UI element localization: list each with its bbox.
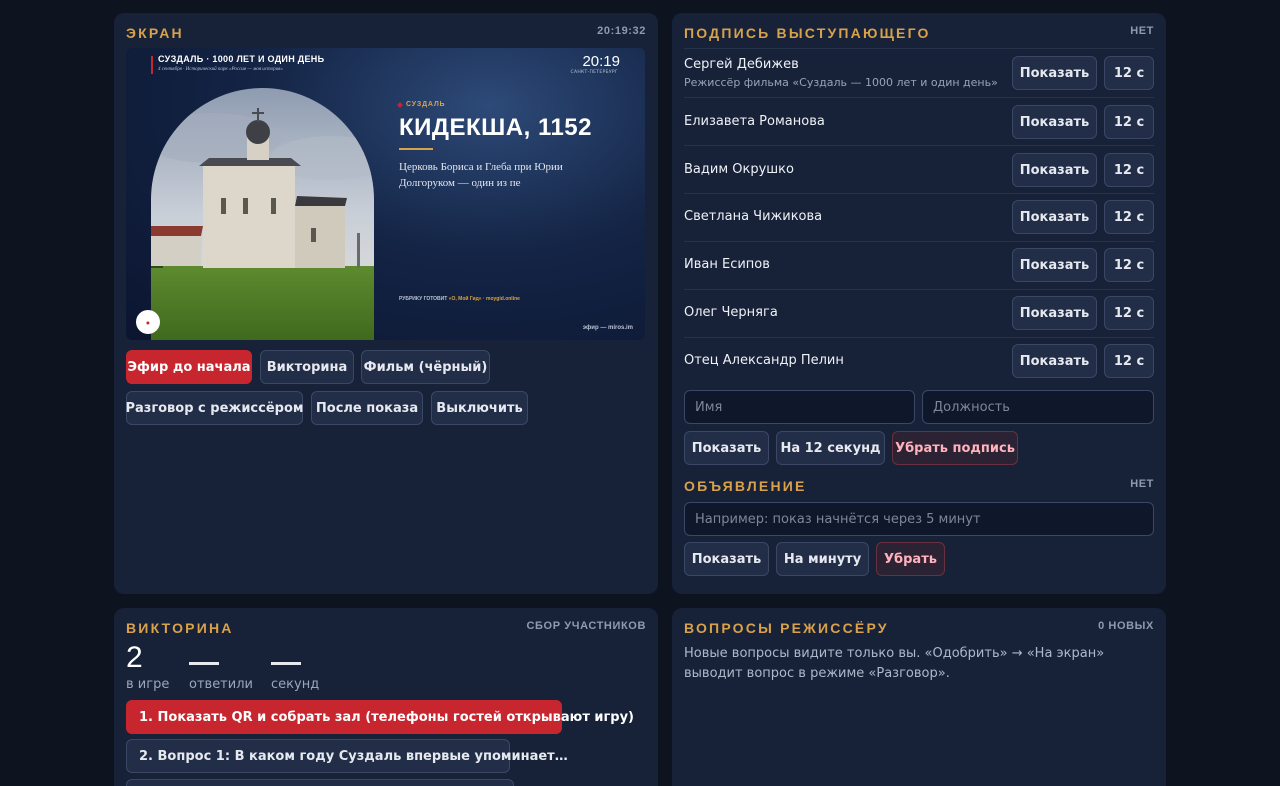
quiz-in-game-label: в игре bbox=[126, 677, 170, 692]
quiz-in-game-count: 2 bbox=[126, 641, 143, 674]
caption-12s-button[interactable]: На 12 секунд bbox=[776, 431, 885, 465]
quiz-status: СБОР УЧАСТНИКОВ bbox=[526, 620, 646, 632]
speaker-name: Вадим Окрушко bbox=[684, 162, 794, 177]
quiz-seconds-label: секунд bbox=[271, 677, 320, 692]
preview-credit-source: «О, Мой Гид» · moygid.online bbox=[448, 296, 520, 302]
quiz-step-button[interactable]: 2. Вопрос 1: В каком году Суздаль впервы… bbox=[126, 739, 568, 773]
speaker-show-button[interactable]: Показать bbox=[1012, 153, 1097, 187]
church-photo bbox=[151, 88, 374, 340]
mode-film-button[interactable]: Фильм (чёрный) bbox=[361, 350, 490, 384]
questions-panel: ВОПРОСЫ РЕЖИССЁРУ 0 НОВЫХ Новые вопросы … bbox=[672, 608, 1166, 786]
caption-divider bbox=[684, 193, 1154, 194]
screen-panel: ЭКРАН 20:19:32 СУЗДАЛЬ · 1000 ЛЕТ И ОДИН… bbox=[114, 13, 658, 594]
preview-credit: РУБРИКУ ГОТОВИТ «О, Мой Гид» · moygid.on… bbox=[399, 296, 520, 302]
preview-city: САНКТ-ПЕТЕРБУРГ bbox=[570, 70, 618, 75]
mode-quiz-button[interactable]: Викторина bbox=[260, 350, 354, 384]
caption-remove-button[interactable]: Убрать подпись bbox=[892, 431, 1018, 465]
preview-credit-label: РУБРИКУ ГОТОВИТ bbox=[399, 296, 448, 302]
questions-status: 0 НОВЫХ bbox=[1098, 620, 1154, 632]
mode-talk-button[interactable]: Разговор с режиссёром bbox=[125, 391, 304, 425]
quiz-answered-count bbox=[189, 662, 219, 665]
preview-heading: КИДЕКША, 1152 bbox=[399, 114, 593, 141]
caption-divider bbox=[684, 241, 1154, 242]
questions-description: Новые вопросы видите только вы. «Одобрит… bbox=[684, 646, 1105, 681]
speaker-12s-button[interactable]: 12 с bbox=[1104, 248, 1154, 282]
announcement-input[interactable]: Например: показ начнётся через 5 минут bbox=[684, 502, 1154, 536]
speaker-name: Светлана Чижикова bbox=[684, 209, 823, 224]
caption-divider bbox=[684, 97, 1154, 98]
mode-after-button[interactable]: После показа bbox=[311, 391, 423, 425]
speaker-name: Сергей Дебижев bbox=[684, 57, 799, 72]
speaker-show-button[interactable]: Показать bbox=[1012, 105, 1097, 139]
speaker-show-button[interactable]: Показать bbox=[1012, 56, 1097, 90]
preview-clock: 20:19 bbox=[582, 53, 620, 70]
caption-divider bbox=[684, 289, 1154, 290]
announcement-status: НЕТ bbox=[1130, 478, 1154, 490]
questions-panel-title: ВОПРОСЫ РЕЖИССЁРУ bbox=[684, 620, 889, 636]
preview-header-title: СУЗДАЛЬ · 1000 ЛЕТ И ОДИН ДЕНЬ bbox=[158, 54, 325, 64]
preview-logo: ● bbox=[136, 310, 160, 334]
screen-clock: 20:19:32 bbox=[597, 25, 646, 37]
quiz-seconds-count bbox=[271, 662, 301, 665]
caption-panel: ПОДПИСЬ ВЫСТУПАЮЩЕГО НЕТ Сергей Дебижев … bbox=[672, 13, 1166, 594]
caption-panel-title: ПОДПИСЬ ВЫСТУПАЮЩЕГО bbox=[684, 25, 931, 41]
quiz-step-button[interactable]: 1. Показать QR и собрать зал (телефоны г… bbox=[126, 700, 634, 734]
announcement-title: ОБЪЯВЛЕНИЕ bbox=[684, 478, 807, 494]
church-photo-image bbox=[151, 88, 374, 340]
caption-show-button[interactable]: Показать bbox=[684, 431, 769, 465]
speaker-show-button[interactable]: Показать bbox=[1012, 296, 1097, 330]
caption-divider bbox=[684, 145, 1154, 146]
caption-status: НЕТ bbox=[1130, 25, 1154, 37]
preview-header-subtitle: 4 сентября · Исторический парк «Россия —… bbox=[158, 67, 283, 72]
speaker-show-button[interactable]: Показать bbox=[1012, 248, 1097, 282]
announcement-remove-button[interactable]: Убрать bbox=[876, 542, 945, 576]
announcement-minute-button[interactable]: На минуту bbox=[776, 542, 869, 576]
preview-tag: СУЗДАЛЬ bbox=[406, 101, 446, 108]
caption-position-input[interactable]: Должность bbox=[922, 390, 1154, 424]
caption-name-input[interactable]: Имя bbox=[684, 390, 915, 424]
mode-pre-air-button[interactable]: Эфир до начала bbox=[126, 350, 252, 384]
speaker-12s-button[interactable]: 12 с bbox=[1104, 296, 1154, 330]
speaker-name: Иван Есипов bbox=[684, 257, 770, 272]
quiz-panel: ВИКТОРИНА СБОР УЧАСТНИКОВ 2 в игре ответ… bbox=[114, 608, 658, 786]
speaker-12s-button[interactable]: 12 с bbox=[1104, 56, 1154, 90]
preview-tag-dot bbox=[397, 102, 403, 108]
speaker-name: Олег Черняга bbox=[684, 305, 778, 320]
caption-divider bbox=[684, 48, 1154, 49]
speaker-role: Режиссёр фильма «Суздаль — 1000 лет и од… bbox=[684, 76, 998, 89]
preview-footer: эфир — miros.im bbox=[582, 325, 633, 331]
speaker-12s-button[interactable]: 12 с bbox=[1104, 344, 1154, 378]
screen-panel-title: ЭКРАН bbox=[126, 25, 184, 41]
quiz-panel-title: ВИКТОРИНА bbox=[126, 620, 234, 636]
preview-accent-bar bbox=[151, 56, 153, 74]
speaker-12s-button[interactable]: 12 с bbox=[1104, 200, 1154, 234]
speaker-12s-button[interactable]: 12 с bbox=[1104, 153, 1154, 187]
preview-description: Церковь Бориса и Глеба при Юрии Долгорук… bbox=[399, 161, 563, 189]
speaker-show-button[interactable]: Показать bbox=[1012, 200, 1097, 234]
speaker-show-button[interactable]: Показать bbox=[1012, 344, 1097, 378]
preview-underline bbox=[399, 148, 433, 150]
quiz-answered-label: ответили bbox=[189, 677, 253, 692]
speaker-name: Елизавета Романова bbox=[684, 114, 825, 129]
announcement-show-button[interactable]: Показать bbox=[684, 542, 769, 576]
mode-off-button[interactable]: Выключить bbox=[431, 391, 528, 425]
speaker-name: Отец Александр Пелин bbox=[684, 353, 844, 368]
speaker-12s-button[interactable]: 12 с bbox=[1104, 105, 1154, 139]
screen-preview: СУЗДАЛЬ · 1000 ЛЕТ И ОДИН ДЕНЬ 4 сентябр… bbox=[126, 48, 645, 340]
quiz-step-button[interactable] bbox=[126, 779, 514, 786]
caption-divider bbox=[684, 337, 1154, 338]
